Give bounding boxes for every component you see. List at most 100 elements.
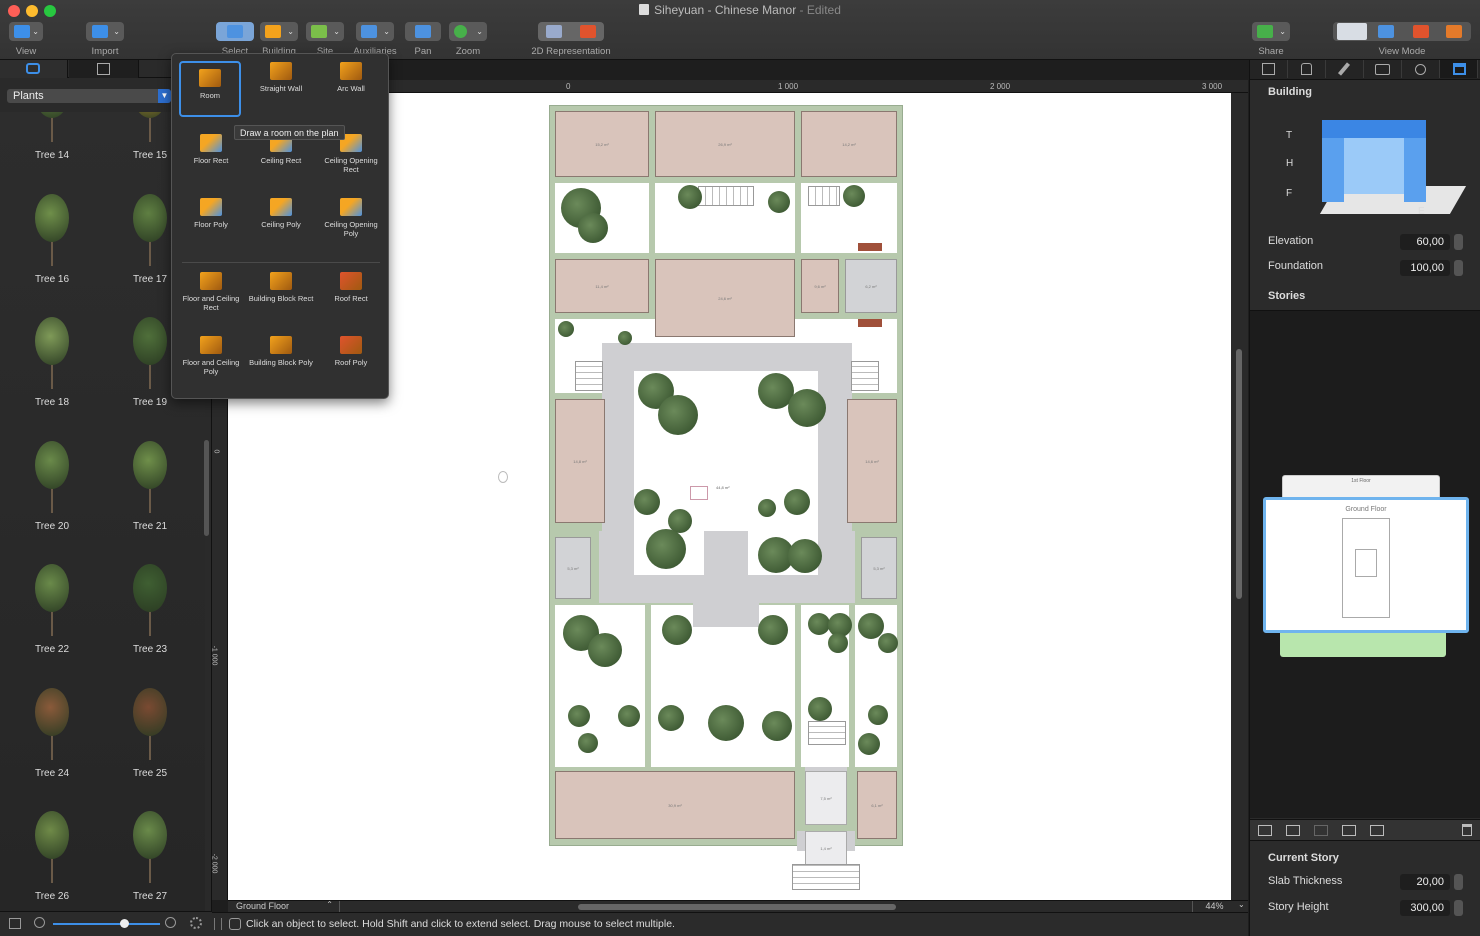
room-marker[interactable] [690,486,708,500]
library-scrollbar[interactable] [204,440,209,536]
plant-item[interactable]: Tree 20 [3,421,101,543]
tool-floor-poly[interactable]: Floor Poly [176,198,246,229]
tool-arc-wall[interactable]: Arc Wall [316,62,386,93]
splitter-icon[interactable] [214,918,222,930]
elevation-stepper[interactable] [1454,234,1463,250]
zoom-out-icon[interactable] [34,917,45,928]
chevron-down-icon[interactable]: ⌄ [1238,900,1245,909]
room[interactable]: 26,9 m² [655,111,795,177]
compass-icon[interactable] [498,471,508,483]
plant-symbol[interactable] [618,331,632,345]
room[interactable]: 5,3 m² [555,537,591,599]
plant-symbol[interactable] [878,633,898,653]
zoom-select[interactable]: 44% [1192,901,1236,912]
slider-knob[interactable] [120,919,129,928]
add-building-icon[interactable] [1342,825,1356,836]
tool-ceiling-opening-poly[interactable]: Ceiling Opening Poly [316,198,386,238]
view-mode-control[interactable]: View Mode [1330,22,1474,57]
category-select[interactable]: Plants ▼ [7,89,171,103]
room[interactable]: 15,2 m² [555,111,649,177]
plant-symbol[interactable] [858,733,880,755]
tab-materials[interactable] [69,60,139,78]
tool-straight-wall[interactable]: Straight Wall [246,62,316,93]
image-icon[interactable] [9,918,21,929]
tool-roof-rect[interactable]: Roof Rect [316,272,386,303]
room[interactable]: 6,1 m² [857,771,897,839]
tab-objects[interactable] [0,60,68,78]
share-button[interactable]: ⌄ Share [1250,22,1292,57]
plant-item[interactable]: Tree 21 [101,421,199,543]
plant-symbol[interactable] [588,633,622,667]
plant-item[interactable]: Tree 27 [101,791,199,912]
horizontal-scroll-thumb[interactable] [578,904,896,910]
tool-building-block-poly[interactable]: Building Block Poly [246,336,316,367]
tool-floor-ceiling-poly[interactable]: Floor and Ceiling Poly [176,336,246,376]
plant-item[interactable]: Tree 14 [3,112,101,172]
plant-symbol[interactable] [658,705,684,731]
room[interactable]: 9,6 m² [801,259,839,313]
plant-symbol[interactable] [868,705,888,725]
plant-symbol[interactable] [843,185,865,207]
zoom-button[interactable]: ⌄ Zoom [448,22,488,57]
plant-symbol[interactable] [828,633,848,653]
select-button[interactable]: Select [214,22,256,57]
add-story-below-icon[interactable] [1286,825,1300,836]
plant-symbol[interactable] [558,321,574,337]
tool-building-block-rect[interactable]: Building Block Rect [246,272,316,303]
tab-stamp[interactable] [1288,60,1326,78]
plant-symbol[interactable] [708,705,744,741]
plant-symbol[interactable] [768,191,790,213]
plant-symbol[interactable] [784,489,810,515]
plant-symbol[interactable] [808,697,832,721]
plant-item[interactable]: Tree 26 [3,791,101,912]
elevation-field[interactable]: 60,00 [1400,234,1450,250]
tool-ceiling-opening-rect[interactable]: Ceiling Opening Rect [316,134,386,174]
plant-symbol[interactable] [762,711,792,741]
plant-symbol[interactable] [788,539,822,573]
room[interactable]: 5,3 m² [861,537,897,599]
room[interactable]: 24,6 m² [655,259,795,337]
plant-symbol[interactable] [678,185,702,209]
plant-item[interactable]: Tree 24 [3,668,101,790]
tool-ceiling-poly[interactable]: Ceiling Poly [246,198,316,229]
room[interactable]: 11,4 m² [555,259,649,313]
room[interactable]: 14,8 m² [555,399,605,523]
add-story-above-icon[interactable] [1258,825,1272,836]
room[interactable]: 30,9 m² [555,771,795,839]
plant-symbol[interactable] [788,389,826,427]
zoom-in-icon[interactable] [165,917,176,928]
pan-button[interactable]: Pan [403,22,443,57]
view-button[interactable]: ⌄ View [6,22,46,57]
plant-symbol[interactable] [646,529,686,569]
room[interactable]: 14,6 m² [847,399,897,523]
story-card-current[interactable]: Ground Floor [1263,497,1469,633]
plant-symbol[interactable] [662,615,692,645]
tool-floor-ceiling-rect[interactable]: Floor and Ceiling Rect [176,272,246,312]
plant-symbol[interactable] [618,705,640,727]
tool-roof-poly[interactable]: Roof Poly [316,336,386,367]
plant-symbol[interactable] [568,705,590,727]
trash-icon[interactable] [1462,824,1472,836]
2d-representation-control[interactable]: 2D Representation [526,22,616,57]
slab-thickness-field[interactable]: 20,00 [1400,874,1450,890]
duplicate-story-icon[interactable] [1314,825,1328,836]
story-selector[interactable]: Ground Floor ⌃ [232,900,340,912]
plant-symbol[interactable] [634,489,660,515]
building-button[interactable]: ⌄ Building [258,22,300,57]
import-button[interactable]: ⌄ Import [84,22,126,57]
scroll-thumb[interactable] [1236,349,1242,599]
plant-symbol[interactable] [808,613,830,635]
plant-item[interactable]: Tree 16 [3,174,101,296]
tab-building[interactable] [1440,60,1478,78]
plant-item[interactable]: Tree 18 [3,297,101,419]
room[interactable]: 14,2 m² [801,111,897,177]
room[interactable]: 1,4 m² [805,831,847,865]
plant-symbol[interactable] [578,733,598,753]
foundation-field[interactable]: 100,00 [1400,260,1450,276]
room[interactable]: 6,2 m² [845,259,897,313]
foundation-stepper[interactable] [1454,260,1463,276]
tab-camera[interactable] [1364,60,1402,78]
story-height-field[interactable]: 300,00 [1400,900,1450,916]
tab-object-info[interactable] [1250,60,1288,78]
auxiliaries-button[interactable]: ⌄ Auxiliaries [350,22,400,57]
